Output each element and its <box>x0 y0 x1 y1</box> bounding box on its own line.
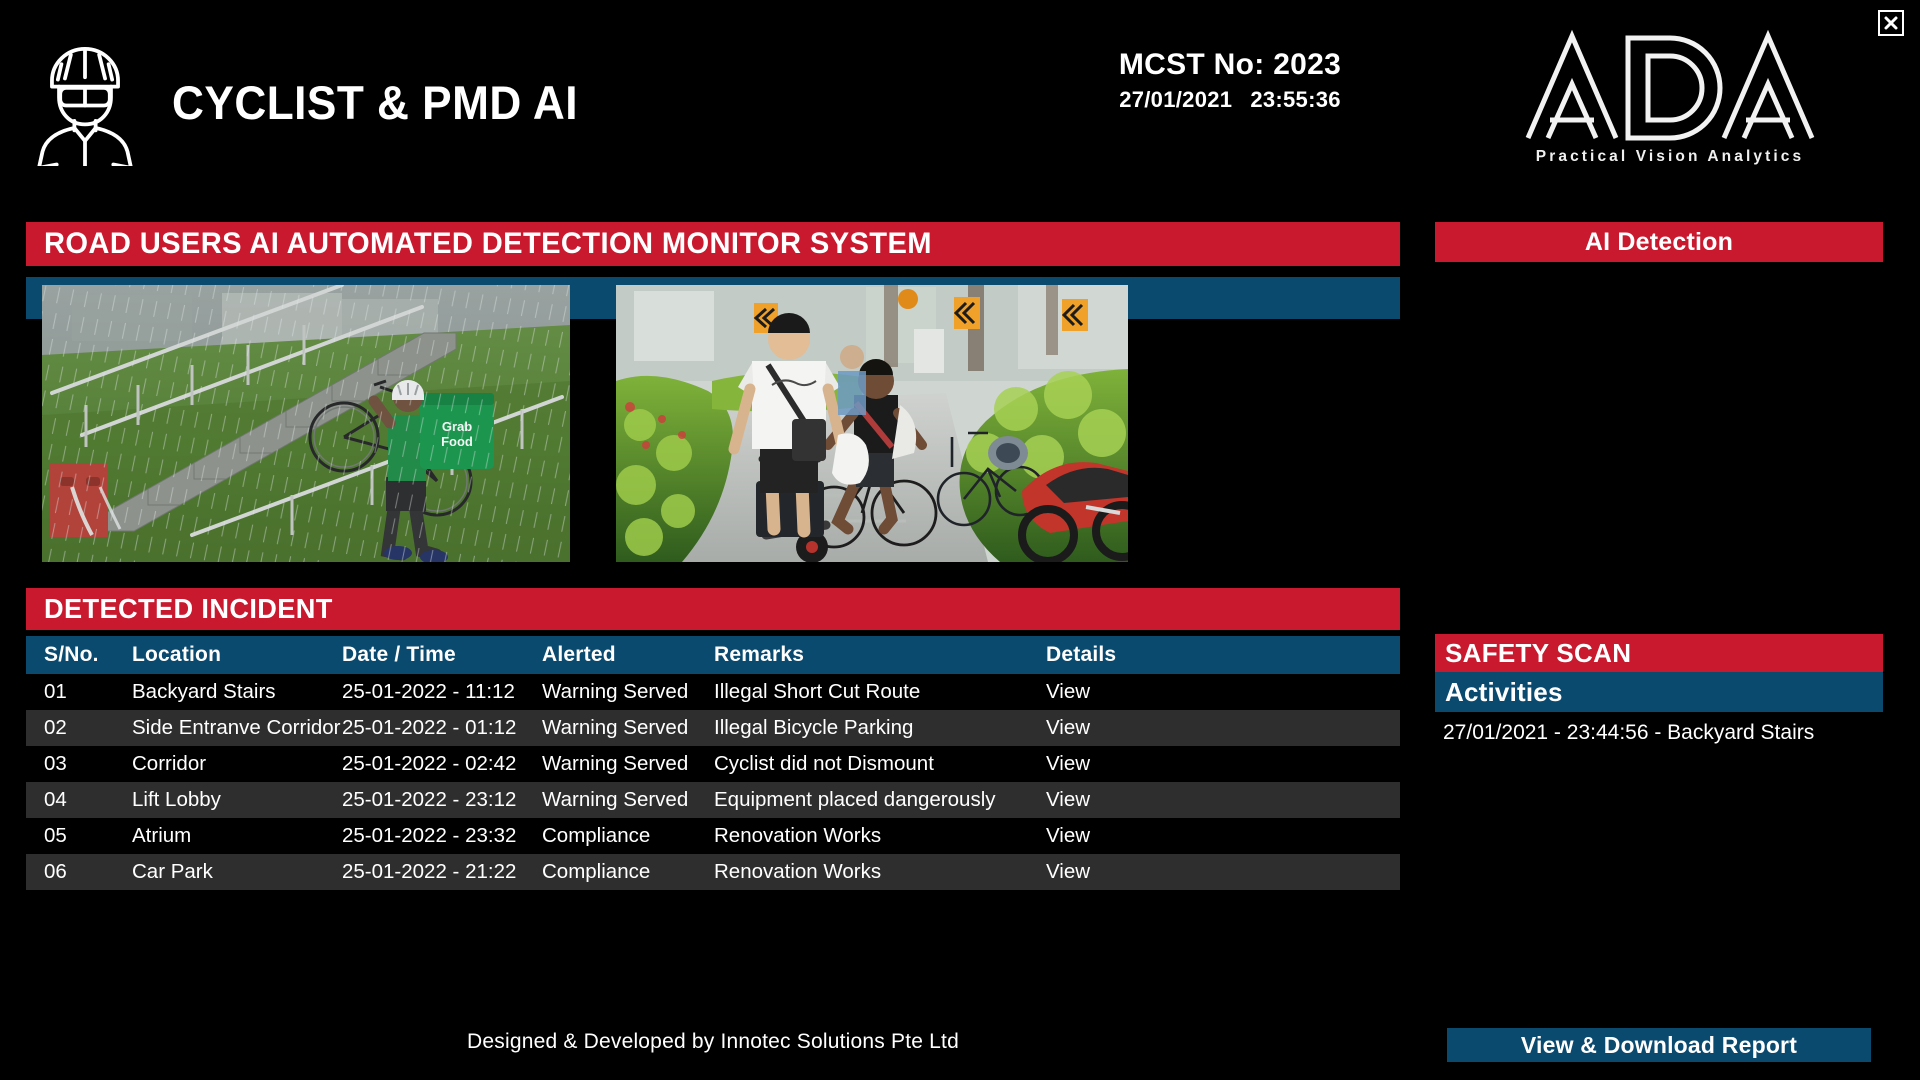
col-details: Details <box>1028 636 1400 674</box>
footer-credit: Designed & Developed by Innotec Solution… <box>467 1030 959 1053</box>
view-details-link[interactable]: View <box>1028 818 1400 854</box>
ada-logo: Practical Vision Analytics <box>1510 28 1830 166</box>
col-remarks: Remarks <box>696 636 1028 674</box>
view-details-link[interactable]: View <box>1028 746 1400 782</box>
cell-datetime: 25-01-2022 - 01:12 <box>324 710 524 746</box>
cell-sno: 03 <box>26 746 114 782</box>
header-time: 23:55:36 <box>1250 87 1341 112</box>
cell-remarks: Cyclist did not Dismount <box>696 746 1028 782</box>
safety-scan-header: SAFETY SCAN <box>1435 634 1883 672</box>
photo-pmd-pavement[interactable] <box>616 285 1128 562</box>
cell-location: Side Entranve Corridor <box>114 710 341 746</box>
header-date: 27/01/2021 <box>1119 87 1233 112</box>
cell-location: Atrium <box>114 818 324 854</box>
safety-scan-section: SAFETY SCAN Activities 27/01/2021 - 23:4… <box>1435 634 1883 748</box>
app-header: CYCLIST & PMD AI MCST No: 2023 27/01/202… <box>0 0 1920 210</box>
table-row[interactable]: 03 Corridor 25-01-2022 - 02:42 Warning S… <box>26 746 1400 782</box>
cell-sno: 01 <box>26 674 114 710</box>
cell-datetime: 25-01-2022 - 21:22 <box>324 854 524 890</box>
app-root: CYCLIST & PMD AI MCST No: 2023 27/01/202… <box>0 0 1920 1080</box>
cell-alerted: Compliance <box>524 854 696 890</box>
detected-incident-banner: DETECTED INCIDENT <box>26 588 1400 630</box>
cell-remarks: Renovation Works <box>696 854 1028 890</box>
cyclist-icon <box>26 38 144 166</box>
photo-cyclist-stairs[interactable]: Grab Food <box>42 285 570 562</box>
header-datetime: 27/01/2021 23:55:36 <box>1060 87 1400 113</box>
cell-sno: 04 <box>26 782 114 818</box>
incidents-table: S/No. Location Date / Time Alerted Remar… <box>26 636 1400 890</box>
cell-location: Backyard Stairs <box>114 674 324 710</box>
ai-detection-panel <box>1435 262 1883 622</box>
page-title: CYCLIST & PMD AI <box>172 75 578 129</box>
cell-alerted: Warning Served <box>524 746 696 782</box>
cell-location: Lift Lobby <box>114 782 324 818</box>
col-datetime: Date / Time <box>324 636 524 674</box>
table-row[interactable]: 02 Side Entranve Corridor 25-01-2022 - 0… <box>26 710 1400 746</box>
view-details-link[interactable]: View <box>1028 710 1400 746</box>
view-details-link[interactable]: View <box>1028 854 1400 890</box>
table-row[interactable]: 06 Car Park 25-01-2022 - 21:22 Complianc… <box>26 854 1400 890</box>
cell-remarks: Illegal Short Cut Route <box>696 674 1028 710</box>
col-alerted: Alerted <box>524 636 696 674</box>
cell-alerted: Warning Served <box>524 710 696 746</box>
sidebar: AI Detection SAFETY SCAN Activities 27/0… <box>1435 222 1883 748</box>
cell-alerted: Warning Served <box>524 782 696 818</box>
mcst-number: MCST No: 2023 <box>1118 48 1342 81</box>
cell-alerted: Compliance <box>524 818 696 854</box>
activities-header: Activities <box>1435 672 1883 712</box>
view-details-link[interactable]: View <box>1028 674 1400 710</box>
cell-sno: 05 <box>26 818 114 854</box>
activities-list: 27/01/2021 - 23:44:56 - Backyard Stairs <box>1435 712 1883 748</box>
table-row[interactable]: 04 Lift Lobby 25-01-2022 - 23:12 Warning… <box>26 782 1400 818</box>
ada-tagline: Practical Vision Analytics <box>1535 148 1805 165</box>
cell-datetime: 25-01-2022 - 11:12 <box>324 674 524 710</box>
cell-datetime: 25-01-2022 - 02:42 <box>324 746 524 782</box>
cell-alerted: Warning Served <box>524 674 696 710</box>
cell-remarks: Equipment placed dangerously <box>696 782 1028 818</box>
col-location: Location <box>114 636 324 674</box>
table-row[interactable]: 01 Backyard Stairs 25-01-2022 - 11:12 Wa… <box>26 674 1400 710</box>
col-sno: S/No. <box>26 636 114 674</box>
table-header-row: S/No. Location Date / Time Alerted Remar… <box>26 636 1400 674</box>
cell-location: Corridor <box>114 746 324 782</box>
mcst-block: MCST No: 2023 27/01/2021 23:55:36 <box>1060 48 1400 113</box>
main-panel: ROAD USERS AI AUTOMATED DETECTION MONITO… <box>26 222 1400 890</box>
cell-datetime: 25-01-2022 - 23:32 <box>324 818 524 854</box>
cell-datetime: 25-01-2022 - 23:12 <box>324 782 524 818</box>
system-title-banner: ROAD USERS AI AUTOMATED DETECTION MONITO… <box>26 222 1400 266</box>
ada-logomark-icon <box>1510 28 1830 146</box>
view-download-report-button[interactable]: View & Download Report <box>1447 1028 1871 1062</box>
ai-detection-header: AI Detection <box>1435 222 1883 262</box>
cell-sno: 02 <box>26 710 114 746</box>
cell-remarks: Renovation Works <box>696 818 1028 854</box>
close-button[interactable] <box>1878 10 1904 36</box>
table-row[interactable]: 05 Atrium 25-01-2022 - 23:32 Compliance … <box>26 818 1400 854</box>
detection-media-row: Grab Food <box>26 277 1400 562</box>
brand: CYCLIST & PMD AI <box>26 38 604 166</box>
cell-sno: 06 <box>26 854 114 890</box>
close-icon <box>1883 15 1899 31</box>
cell-location: Car Park <box>114 854 324 890</box>
view-details-link[interactable]: View <box>1028 782 1400 818</box>
cell-remarks: Illegal Bicycle Parking <box>696 710 1028 746</box>
list-item[interactable]: 27/01/2021 - 23:44:56 - Backyard Stairs <box>1443 718 1883 748</box>
